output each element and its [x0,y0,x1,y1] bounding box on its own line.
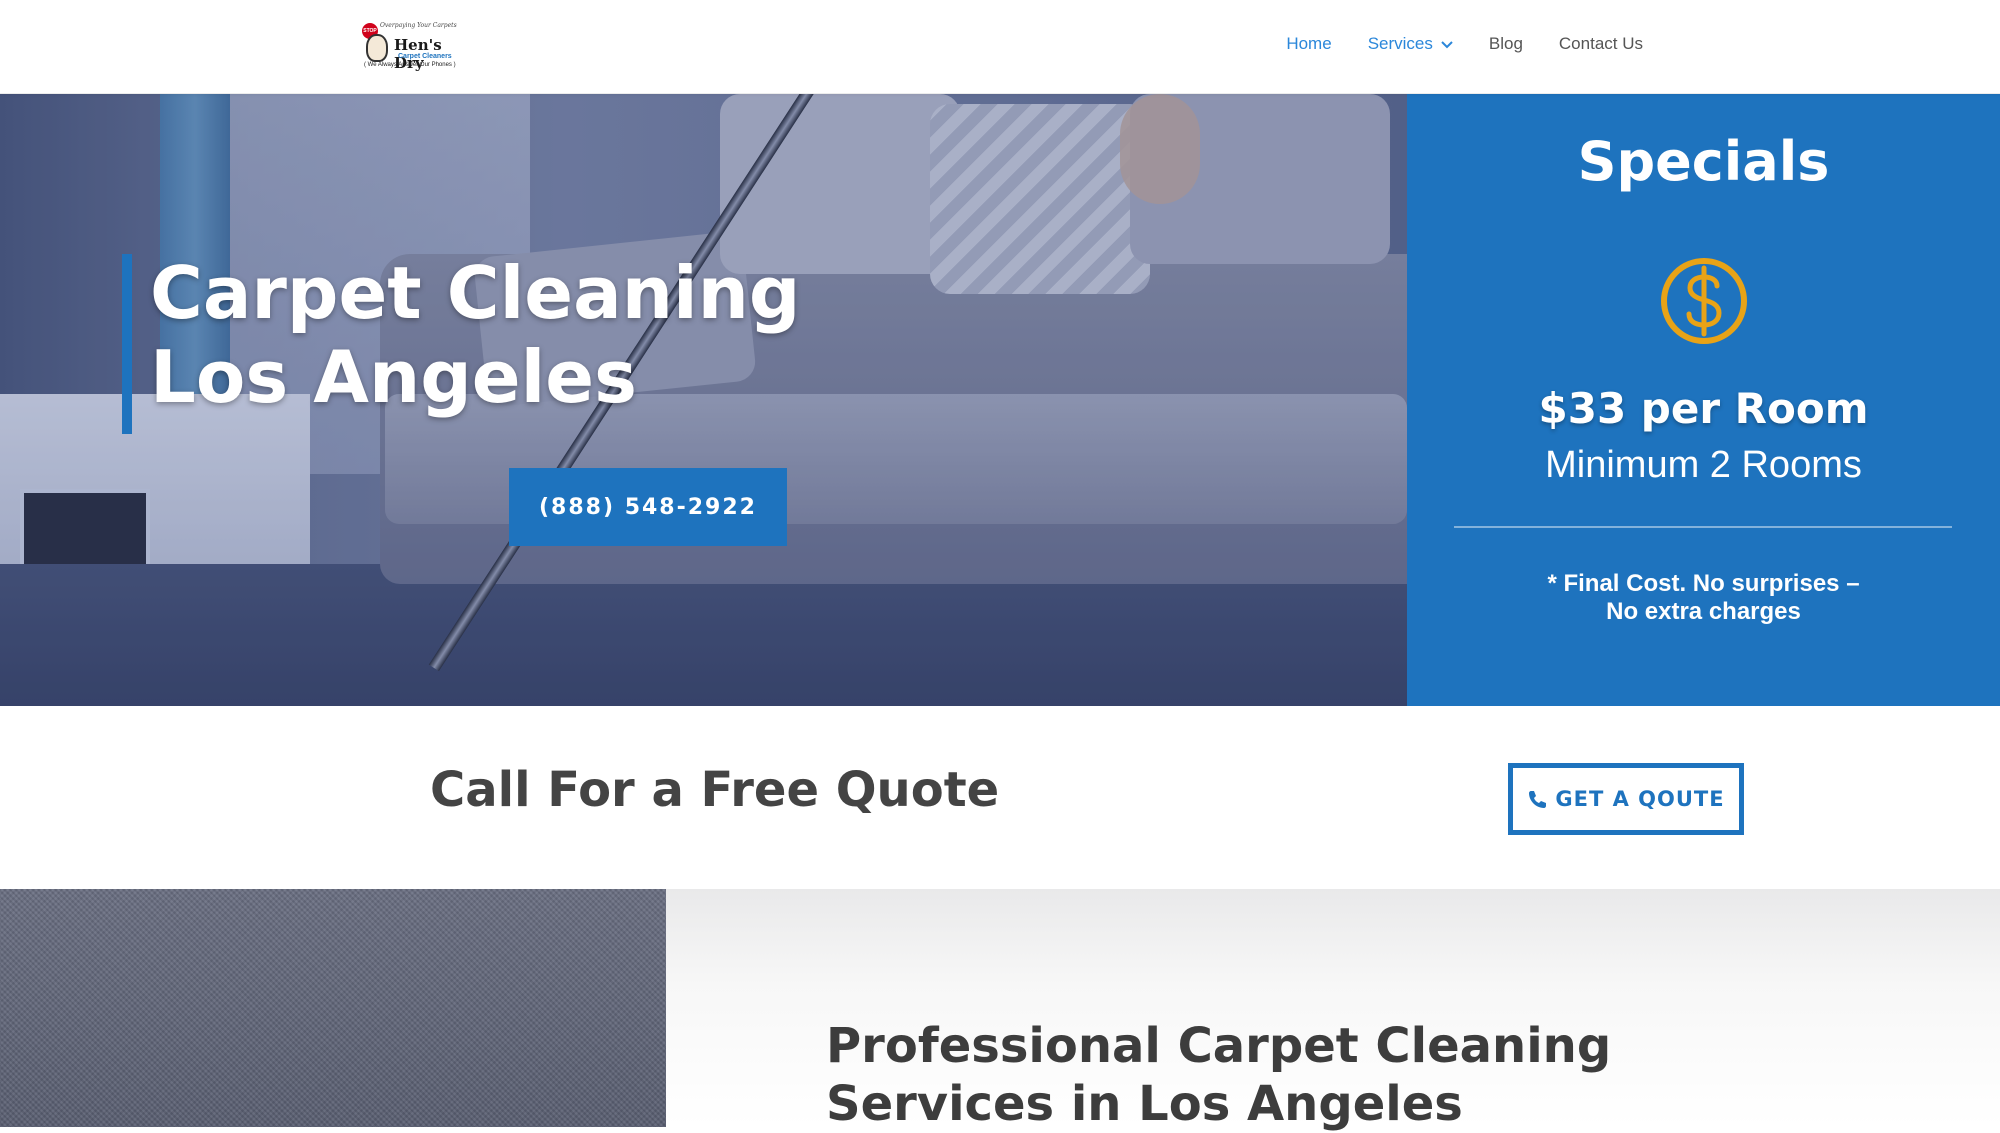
carpet-texture-image [0,889,666,1127]
specials-note-text: * Final Cost. No surprises – No extra ch… [1547,570,1860,625]
hero-section: Carpet Cleaning Los Angeles (888) 548-29… [0,94,1407,706]
specials-title: Specials [1577,130,1830,193]
specials-panel: Specials $33 per Room Minimum 2 Rooms * … [1407,94,2000,706]
hero-title-accent-bar [122,254,132,434]
services-intro-content: Professional Carpet Cleaning Services in… [666,889,2000,1132]
nav-item-contact[interactable]: Contact Us [1559,34,1643,54]
nav-item-label: Contact Us [1558,34,1643,53]
site-logo[interactable]: STOP Overpaying Your Carpets Hen's Dry C… [360,20,470,72]
get-quote-label: GET A QOUTE [1555,787,1725,811]
specials-note: * Final Cost. No surprises – No extra ch… [1407,570,2000,626]
specials-divider [1454,526,1952,528]
logo-tagline: Overpaying Your Carpets [380,22,457,29]
nav-item-label: Services [1367,34,1433,53]
main-nav: Home Services Blog Contact Us [1250,34,1643,54]
free-quote-title: Call For a Free Quote [430,762,1000,818]
nav-item-label: Home [1286,34,1332,53]
nav-item-label: Blog [1488,34,1523,53]
dollar-coin-icon [1661,258,1747,344]
logo-mascot-icon [366,34,388,62]
services-intro-title: Professional Carpet Cleaning Services in… [826,1018,1612,1132]
nav-item-home[interactable]: Home [1286,34,1331,54]
hero-title: Carpet Cleaning Los Angeles [150,251,801,419]
site-header: STOP Overpaying Your Carpets Hen's Dry C… [0,0,2000,94]
chevron-down-icon [1441,38,1453,52]
logo-motto: ( We Always Answer Our Phones ) [364,62,456,68]
special-minimum: Minimum 2 Rooms [1545,444,1862,486]
hero-phone-button[interactable]: (888) 548-2922 [509,468,787,546]
services-intro-section: Professional Carpet Cleaning Services in… [0,889,2000,1132]
special-price: $33 per Room [1538,384,1869,433]
nav-item-blog[interactable]: Blog [1489,34,1523,54]
logo-subtitle: Carpet Cleaners [398,53,452,60]
phone-icon [1529,791,1547,808]
free-quote-section: Call For a Free Quote GET A QOUTE [0,706,2000,889]
get-quote-button[interactable]: GET A QOUTE [1508,763,1744,835]
nav-item-services[interactable]: Services [1368,34,1453,54]
